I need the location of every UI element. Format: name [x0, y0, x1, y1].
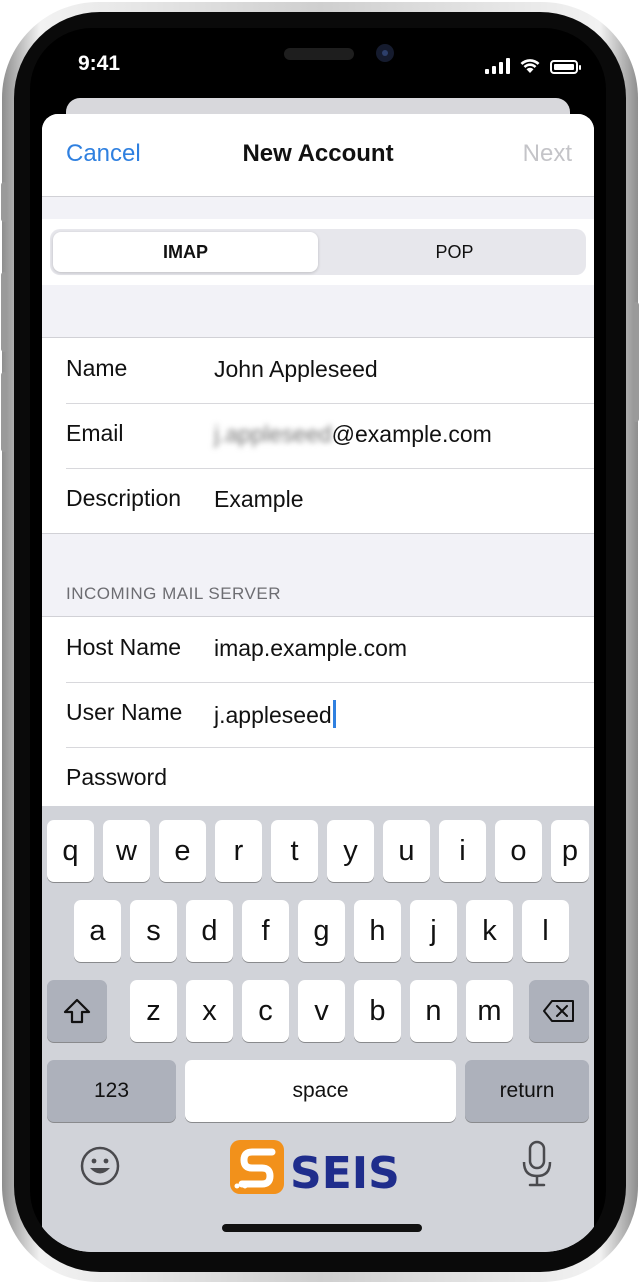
home-indicator[interactable]	[222, 1224, 422, 1232]
earpiece-speaker	[284, 48, 354, 60]
key-t[interactable]: t	[271, 820, 318, 882]
cellular-signal-icon	[485, 58, 510, 74]
backspace-icon	[543, 1000, 574, 1022]
delete-key[interactable]	[529, 980, 589, 1042]
next-button[interactable]: Next	[523, 140, 572, 168]
host-name-row[interactable]: Host Name imap.example.com	[42, 617, 594, 682]
key-i[interactable]: i	[439, 820, 486, 882]
user-name-label: User Name	[66, 699, 183, 725]
protocol-segmented-control: IMAP POP	[50, 229, 586, 275]
emoji-icon[interactable]	[80, 1146, 120, 1186]
battery-icon	[550, 60, 581, 74]
seis-logo-text: SEIS	[290, 1148, 400, 1198]
user-name-field[interactable]: j.appleseed	[214, 700, 336, 729]
page-title: New Account	[242, 140, 394, 167]
segment-imap[interactable]: IMAP	[53, 232, 318, 272]
shift-icon	[63, 998, 91, 1024]
key-o[interactable]: o	[495, 820, 542, 882]
key-e[interactable]: e	[159, 820, 206, 882]
key-y[interactable]: y	[327, 820, 374, 882]
key-d[interactable]: d	[186, 900, 233, 962]
power-button	[633, 302, 639, 422]
incoming-server-group: Host Name imap.example.com User Name j.a…	[42, 616, 594, 813]
key-k[interactable]: k	[466, 900, 513, 962]
key-r[interactable]: r	[215, 820, 262, 882]
seis-logo: SEIS	[230, 1140, 400, 1198]
email-label: Email	[66, 420, 124, 446]
nav-bar: Cancel New Account Next	[42, 114, 594, 197]
key-n[interactable]: n	[410, 980, 457, 1042]
description-label: Description	[66, 485, 182, 511]
name-label: Name	[66, 355, 128, 381]
key-p[interactable]: p	[551, 820, 589, 882]
key-m[interactable]: m	[466, 980, 513, 1042]
volume-down-button	[1, 372, 7, 452]
email-blurred-part: j.appleseed	[214, 421, 332, 447]
key-f[interactable]: f	[242, 900, 289, 962]
numbers-key[interactable]: 123	[47, 1060, 176, 1122]
key-s[interactable]: s	[130, 900, 177, 962]
password-row[interactable]: Password	[42, 747, 594, 812]
host-name-field[interactable]: imap.example.com	[214, 635, 407, 662]
protocol-segment-container: IMAP POP	[42, 219, 594, 285]
space-key[interactable]: space	[185, 1060, 456, 1122]
incoming-header-text: INCOMING MAIL SERVER	[66, 584, 281, 603]
status-icons	[485, 56, 581, 74]
user-name-row[interactable]: User Name j.appleseed	[42, 682, 594, 747]
key-h[interactable]: h	[354, 900, 401, 962]
host-name-label: Host Name	[66, 634, 182, 660]
text-cursor	[332, 700, 336, 728]
key-a[interactable]: a	[74, 900, 121, 962]
key-q[interactable]: q	[47, 820, 94, 882]
key-b[interactable]: b	[354, 980, 401, 1042]
key-j[interactable]: j	[410, 900, 457, 962]
key-v[interactable]: v	[298, 980, 345, 1042]
front-camera	[376, 44, 394, 62]
name-field[interactable]: John Appleseed	[214, 356, 378, 383]
password-label: Password	[66, 764, 167, 790]
key-u[interactable]: u	[383, 820, 430, 882]
key-c[interactable]: c	[242, 980, 289, 1042]
key-l[interactable]: l	[522, 900, 569, 962]
email-row[interactable]: Email j.appleseed@example.com	[42, 403, 594, 468]
volume-up-button	[1, 272, 7, 352]
shift-key[interactable]	[47, 980, 107, 1042]
description-row[interactable]: Description Example	[42, 468, 594, 533]
keyboard: q w e r t y u i o p a s d f g h j k l z …	[42, 806, 594, 1252]
return-key[interactable]: return	[465, 1060, 589, 1122]
key-z[interactable]: z	[130, 980, 177, 1042]
screen: 9:41 Cancel New Account Next IMAP POP Na…	[30, 28, 606, 1252]
wifi-icon	[520, 59, 540, 73]
user-name-value: j.appleseed	[214, 702, 332, 728]
segment-pop[interactable]: POP	[326, 232, 583, 272]
key-x[interactable]: x	[186, 980, 233, 1042]
key-g[interactable]: g	[298, 900, 345, 962]
mute-switch	[1, 182, 7, 222]
email-field[interactable]: j.appleseed@example.com	[214, 421, 492, 448]
name-row[interactable]: Name John Appleseed	[42, 338, 594, 403]
description-field[interactable]: Example	[214, 486, 303, 513]
status-time: 9:41	[78, 52, 121, 75]
email-domain: @example.com	[331, 421, 492, 447]
incoming-section-header: INCOMING MAIL SERVER	[42, 534, 594, 616]
key-w[interactable]: w	[103, 820, 150, 882]
microphone-icon[interactable]	[520, 1140, 554, 1188]
account-info-group: Name John Appleseed Email j.appleseed@ex…	[42, 337, 594, 534]
